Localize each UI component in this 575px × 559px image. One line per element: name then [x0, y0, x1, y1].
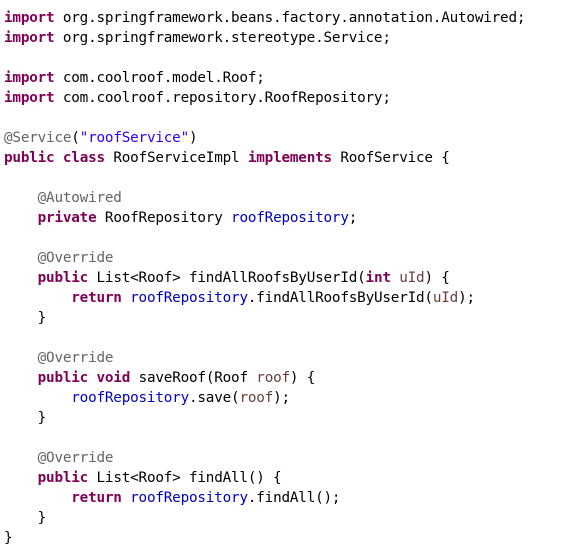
code-line: @Service("roofService")	[4, 128, 198, 148]
parameter-token: roof	[256, 370, 290, 386]
annotation-token: @Override	[37, 250, 114, 266]
code-editor[interactable]: import org.springframework.beans.factory…	[0, 0, 575, 559]
keyword-token: public	[37, 470, 89, 486]
code-token: List<Roof> findAll() {	[88, 470, 282, 486]
keyword-token: implements	[247, 150, 332, 166]
code-token: org.springframework.stereotype.Service;	[54, 30, 391, 46]
code-line: }	[4, 308, 47, 328]
code-line: }	[4, 508, 47, 528]
code-line: return roofRepository.findAll();	[4, 488, 340, 508]
code-line: }	[4, 408, 47, 428]
field-token: roofRepository	[130, 490, 248, 506]
code-line: public List<Roof> findAll() {	[4, 468, 282, 488]
code-line: import org.springframework.stereotype.Se…	[4, 28, 391, 48]
code-line: import com.coolroof.repository.RoofRepos…	[4, 88, 391, 108]
code-token: RoofService {	[331, 150, 450, 166]
code-token: com.coolroof.repository.RoofRepository;	[54, 90, 391, 106]
code-token: }	[4, 410, 47, 426]
code-line: public class RoofServiceImpl implements …	[4, 148, 450, 168]
code-line: @Override	[4, 248, 114, 268]
code-token: (	[71, 130, 80, 146]
code-token: .findAllRoofsByUserId(	[247, 290, 433, 306]
code-token: .findAll();	[247, 490, 341, 506]
code-line: public List<Roof> findAllRoofsByUserId(i…	[4, 268, 450, 288]
code-line: return roofRepository.findAllRoofsByUser…	[4, 288, 475, 308]
code-token: }	[4, 310, 47, 326]
code-line: @Override	[4, 348, 114, 368]
code-line: private RoofRepository roofRepository;	[4, 208, 358, 228]
keyword-token: return	[71, 490, 122, 506]
code-line: public void saveRoof(Roof roof) {	[4, 368, 316, 388]
code-token: )	[189, 130, 198, 146]
annotation-token: @Override	[37, 450, 114, 466]
parameter-token: uId	[399, 270, 425, 286]
code-line: import org.springframework.beans.factory…	[4, 8, 525, 28]
keyword-token: private	[37, 210, 97, 226]
code-line: }	[4, 528, 13, 548]
code-token: RoofRepository	[96, 210, 232, 226]
code-token: }	[4, 510, 47, 526]
keyword-token: int	[365, 270, 391, 286]
code-line: roofRepository.save(roof);	[4, 388, 290, 408]
keyword-token: public	[4, 150, 55, 166]
code-token: ;	[348, 210, 358, 226]
keyword-token: return	[71, 290, 122, 306]
code-token: .save(	[188, 390, 240, 406]
code-token: );	[273, 390, 290, 406]
code-token: org.springframework.beans.factory.annota…	[54, 10, 526, 26]
code-token: ) {	[289, 370, 316, 386]
code-token: ) {	[424, 270, 450, 286]
annotation-token: @Autowired	[37, 190, 122, 206]
keyword-token: void	[96, 370, 131, 386]
code-token: }	[4, 530, 13, 546]
keyword-token: import	[4, 70, 55, 86]
string-token: "roofService"	[79, 130, 190, 146]
parameter-token: uId	[432, 290, 459, 306]
keyword-token: public	[37, 270, 89, 286]
keyword-token: public	[37, 370, 89, 386]
field-token: roofRepository	[231, 210, 349, 226]
keyword-token: import	[4, 30, 55, 46]
annotation-token: @Service	[4, 130, 72, 146]
code-line: @Autowired	[4, 188, 122, 208]
annotation-token: @Override	[37, 350, 114, 366]
code-line: import com.coolroof.model.Roof;	[4, 68, 265, 88]
code-token: RoofServiceImpl	[104, 150, 248, 166]
code-token: saveRoof(Roof	[130, 370, 257, 386]
code-token: List<Roof> findAllRoofsByUserId(	[88, 270, 366, 286]
code-line: @Override	[4, 448, 114, 468]
field-token: roofRepository	[71, 390, 189, 406]
keyword-token: class	[62, 150, 105, 166]
keyword-token: import	[4, 90, 55, 106]
code-token: );	[458, 290, 475, 306]
code-token: com.coolroof.model.Roof;	[54, 70, 265, 86]
keyword-token: import	[4, 10, 55, 26]
field-token: roofRepository	[130, 290, 248, 306]
parameter-token: roof	[239, 390, 274, 406]
